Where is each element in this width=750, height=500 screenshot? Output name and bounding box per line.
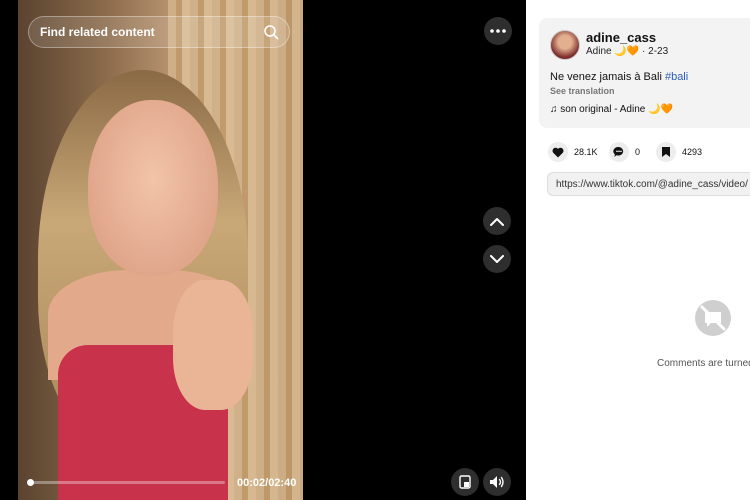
post-info-card: adine_cass Adine 🌙🧡 · 2-23 Ne venez jama…	[539, 18, 750, 128]
video-frame[interactable]	[18, 0, 303, 500]
bookmark-icon	[656, 142, 676, 162]
caption-text: Ne venez jamais à Bali	[550, 71, 665, 83]
hashtag-link[interactable]: #bali	[665, 71, 688, 83]
person-face	[88, 100, 218, 275]
chevron-up-icon	[490, 217, 504, 226]
comment-button[interactable]: 0	[609, 142, 640, 162]
like-button[interactable]: 28.1K	[548, 142, 598, 162]
comments-off-icon	[695, 300, 731, 336]
music-note-icon: ♫	[550, 104, 558, 115]
comment-count: 0	[635, 147, 641, 157]
search-input[interactable]: Find related content	[28, 16, 290, 48]
save-count: 4293	[682, 147, 703, 157]
chevron-down-icon	[490, 254, 504, 263]
more-icon	[490, 29, 506, 33]
comment-icon	[609, 142, 629, 162]
progress-handle[interactable]	[27, 479, 34, 486]
volume-icon	[490, 476, 504, 488]
floating-player-button[interactable]	[451, 468, 479, 496]
search-placeholder: Find related content	[40, 25, 155, 39]
music-title: son original - Adine 🌙🧡	[560, 104, 674, 115]
music-link[interactable]: ♫ son original - Adine 🌙🧡	[550, 104, 673, 115]
see-translation-link[interactable]: See translation	[550, 86, 615, 96]
author-subline: Adine 🌙🧡 · 2-23	[586, 46, 668, 57]
search-icon[interactable]	[263, 24, 279, 40]
progress-bar[interactable]	[30, 481, 225, 484]
avatar[interactable]	[550, 30, 580, 60]
video-link-text: https://www.tiktok.com/@adine_cass/video…	[556, 179, 748, 190]
volume-button[interactable]	[483, 468, 511, 496]
like-count: 28.1K	[574, 147, 598, 157]
comments-off-message: Comments are turned	[657, 358, 750, 369]
save-button[interactable]: 4293	[656, 142, 702, 162]
video-link-field[interactable]: https://www.tiktok.com/@adine_cass/video…	[547, 172, 750, 196]
post-date: · 2-23	[642, 46, 669, 57]
display-name[interactable]: Adine 🌙🧡	[586, 46, 639, 57]
playback-time: 00:02/02:40	[237, 477, 297, 489]
floating-player-icon	[459, 475, 471, 489]
details-panel: adine_cass Adine 🌙🧡 · 2-23 Ne venez jama…	[526, 0, 750, 500]
person-hand	[173, 280, 253, 410]
previous-video-button[interactable]	[483, 207, 511, 235]
more-options-button[interactable]	[484, 17, 512, 45]
next-video-button[interactable]	[483, 245, 511, 273]
post-caption: Ne venez jamais à Bali #bali	[550, 71, 688, 83]
heart-icon	[548, 142, 568, 162]
username[interactable]: adine_cass	[586, 30, 656, 45]
video-player[interactable]: Find related content 00:02/02:40	[0, 0, 526, 500]
